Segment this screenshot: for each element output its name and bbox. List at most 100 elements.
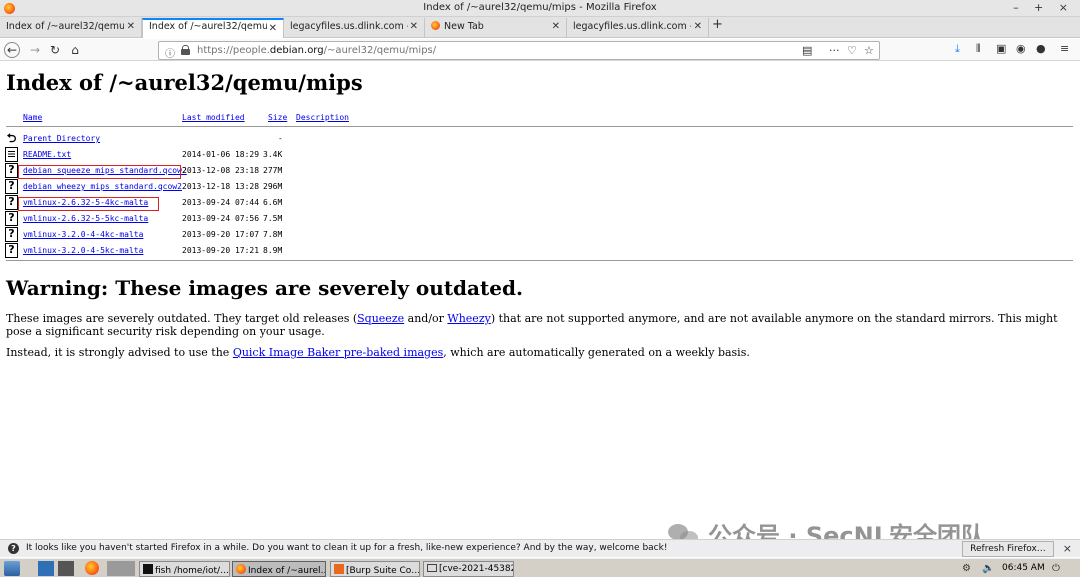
unknown-file-icon: ? xyxy=(5,163,18,178)
tab-label: New Tab xyxy=(444,21,484,32)
bookmark-star-icon[interactable]: ☆ xyxy=(864,44,874,57)
tab-aurel32-mips[interactable]: Index of /~aurel32/qemu/m ✕ xyxy=(142,18,284,38)
window-controls[interactable]: – + × xyxy=(1013,1,1074,14)
close-tab-icon[interactable]: ✕ xyxy=(127,21,135,32)
page-content: Index of /~aurel32/qemu/mips Name Last m… xyxy=(0,62,1080,539)
tab-label: legacyfiles.us.dlink.com - /D xyxy=(290,21,408,32)
highlight-box-vmlinux-4kc xyxy=(18,197,159,211)
back-arrow-icon[interactable]: ← xyxy=(4,42,20,58)
navigation-toolbar: ← → ↻ ⌂ ⓘ https://people.debian.org/~aur… xyxy=(0,39,1080,61)
file-date: 2013-09-20 17:21 xyxy=(182,246,260,255)
page-info-icon[interactable]: ⓘ xyxy=(165,45,175,60)
list-item: ? vmlinux-2.6.32-5-5kc-malta 2013-09-24 … xyxy=(5,211,405,226)
terminal-launcher-icon[interactable] xyxy=(58,561,74,576)
sidebar-icon[interactable]: ▣ xyxy=(996,42,1006,55)
url-text[interactable]: https://people.debian.org/~aurel32/qemu/… xyxy=(197,45,436,56)
unknown-file-icon: ? xyxy=(5,243,18,258)
file-size: 296M xyxy=(263,182,283,191)
quick-image-baker-link[interactable]: Quick Image Baker pre-baked images xyxy=(233,346,443,359)
outdated-paragraph: These images are severely outdated. They… xyxy=(6,312,1058,338)
tab-strip: Index of /~aurel32/qemu/ar ✕ Index of /~… xyxy=(0,17,1080,38)
page-title: Index of /~aurel32/qemu/mips xyxy=(6,70,363,95)
refresh-firefox-button[interactable]: Refresh Firefox… xyxy=(962,541,1054,557)
start-menu-icon[interactable] xyxy=(4,561,20,576)
tab-label: Index of /~aurel32/qemu/ar xyxy=(6,21,124,32)
firefox-icon xyxy=(236,564,246,574)
file-size: 7.5M xyxy=(263,214,283,223)
file-link[interactable]: vmlinux-3.2.0-4-4kc-malta xyxy=(23,230,143,239)
tab-aurel32-arm[interactable]: Index of /~aurel32/qemu/ar ✕ xyxy=(0,18,142,38)
back-folder-icon: ⮌ xyxy=(6,131,17,145)
menu-hamburger-icon[interactable]: ≡ xyxy=(1060,42,1069,55)
home-icon[interactable]: ⌂ xyxy=(66,41,84,59)
window-titlebar: Index of /~aurel32/qemu/mips - Mozilla F… xyxy=(0,0,1080,17)
terminal-icon xyxy=(143,564,153,574)
column-header-name[interactable]: Name xyxy=(23,113,42,122)
library-icon[interactable]: ⫴ xyxy=(976,42,981,56)
help-question-icon: ? xyxy=(8,543,19,554)
reload-icon[interactable]: ↻ xyxy=(46,41,64,59)
tab-new-tab[interactable]: New Tab ✕ xyxy=(425,18,567,38)
taskbar-item-firefox[interactable]: Index of /~aurel… xyxy=(232,561,326,577)
file-size: 8.9M xyxy=(263,246,283,255)
close-tab-icon[interactable]: ✕ xyxy=(694,21,702,32)
list-item: ⮌ Parent Directory - xyxy=(5,131,405,146)
file-date: 2013-09-24 07:56 xyxy=(182,214,260,223)
reader-view-icon[interactable]: ▤ xyxy=(802,44,812,57)
unknown-file-icon: ? xyxy=(5,195,18,210)
download-icon[interactable]: ⤓ xyxy=(955,42,960,56)
file-manager-icon[interactable] xyxy=(38,561,54,576)
url-bar[interactable]: ⓘ https://people.debian.org/~aurel32/qem… xyxy=(158,41,880,60)
forward-arrow-icon[interactable]: → xyxy=(26,41,44,59)
file-date: 2013-12-18 13:28 xyxy=(182,182,260,191)
close-notification-icon[interactable]: × xyxy=(1063,542,1072,555)
file-link[interactable]: vmlinux-3.2.0-4-5kc-malta xyxy=(23,246,143,255)
close-tab-icon[interactable]: ✕ xyxy=(410,21,418,32)
squeeze-link[interactable]: Squeeze xyxy=(357,312,404,325)
tab-dlink-legacy-1[interactable]: legacyfiles.us.dlink.com - /D ✕ xyxy=(284,18,425,38)
file-date: 2013-09-24 07:44 xyxy=(182,198,260,207)
file-size: - xyxy=(278,134,283,143)
column-header-description[interactable]: Description xyxy=(296,113,349,122)
close-tab-icon[interactable]: ✕ xyxy=(552,21,560,32)
file-link[interactable]: README.txt xyxy=(23,150,71,159)
taskbar-item-cve-folder[interactable]: [cve-2021-45382] xyxy=(423,561,514,577)
window-title: Index of /~aurel32/qemu/mips - Mozilla F… xyxy=(423,2,657,13)
advice-paragraph: Instead, it is strongly advised to use t… xyxy=(6,346,750,359)
extension-icon[interactable]: ● xyxy=(1036,42,1046,55)
volume-icon[interactable]: 🔈 xyxy=(982,563,994,574)
file-link[interactable]: vmlinux-2.6.32-5-5kc-malta xyxy=(23,214,148,223)
highlight-box-squeeze xyxy=(18,165,181,179)
tab-label: legacyfiles.us.dlink.com - /D xyxy=(573,21,691,32)
power-icon[interactable]: ⏻ xyxy=(1052,563,1060,574)
divider xyxy=(6,126,1073,127)
page-actions-icon[interactable]: ··· xyxy=(829,44,840,57)
file-size: 3.4K xyxy=(263,150,283,159)
new-tab-plus-icon[interactable]: + xyxy=(712,17,723,32)
lock-icon[interactable] xyxy=(181,45,190,55)
column-header-size[interactable]: Size xyxy=(268,113,287,122)
firefox-launcher-icon[interactable] xyxy=(85,561,99,575)
taskbar-item-burp[interactable]: [Burp Suite Co… xyxy=(330,561,420,577)
close-tab-icon[interactable]: ✕ xyxy=(269,23,277,34)
file-date: 2013-09-20 17:07 xyxy=(182,230,260,239)
column-header-last-modified[interactable]: Last modified xyxy=(182,113,245,122)
taskbar-item-terminal[interactable]: fish /home/iot/… xyxy=(139,561,230,577)
tab-dlink-legacy-2[interactable]: legacyfiles.us.dlink.com - /D ✕ xyxy=(567,18,709,38)
list-item: ? vmlinux-3.2.0-4-4kc-malta 2013-09-20 1… xyxy=(5,227,405,242)
wheezy-link[interactable]: Wheezy xyxy=(447,312,490,325)
launcher-icon[interactable] xyxy=(107,561,135,576)
folder-icon xyxy=(427,564,437,572)
account-icon[interactable]: ◉ xyxy=(1016,42,1026,55)
file-size: 6.6M xyxy=(263,198,283,207)
file-date: 2014-01-06 18:29 xyxy=(182,150,260,159)
file-size: 7.8M xyxy=(263,230,283,239)
file-link[interactable]: debian_wheezy_mips_standard.qcow2 xyxy=(23,182,182,191)
file-link[interactable]: Parent Directory xyxy=(23,134,100,143)
taskbar: fish /home/iot/… Index of /~aurel… [Burp… xyxy=(0,558,1080,577)
list-item: README.txt 2014-01-06 18:29 3.4K xyxy=(5,147,405,162)
clock: 06:45 AM xyxy=(1002,563,1045,573)
text-file-icon xyxy=(5,147,18,162)
pocket-icon[interactable]: ♡ xyxy=(847,44,857,57)
network-icon[interactable]: ⚙ xyxy=(962,563,971,574)
